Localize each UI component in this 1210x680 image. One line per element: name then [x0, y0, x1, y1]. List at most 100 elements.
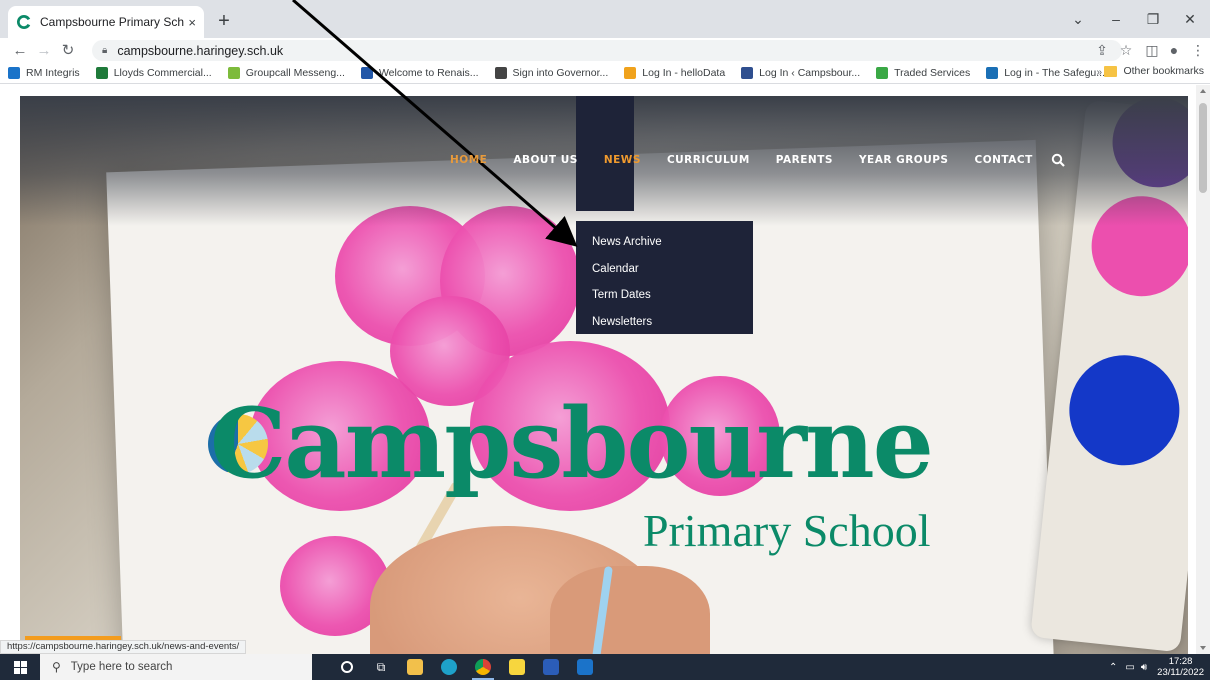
folder-icon [1104, 65, 1118, 77]
news-dropdown-menu: News Archive Calendar Term Dates Newslet… [576, 221, 753, 334]
bookmark-item[interactable]: Lloyds Commercial... [95, 66, 212, 79]
nav-contact[interactable]: CONTACT [975, 154, 1033, 166]
tray-chevron-icon[interactable]: ⌃ [1109, 662, 1117, 673]
hero-arm-image [550, 566, 710, 654]
bookmark-label: Welcome to Renais... [378, 66, 479, 79]
bookmark-favicon-icon [227, 66, 240, 79]
hero-banner: HOME ABOUT US NEWS CURRICULUM PARENTS YE… [20, 96, 1188, 654]
outlook-icon[interactable] [568, 654, 602, 680]
menu-item-newsletters[interactable]: Newsletters [576, 309, 753, 336]
taskbar-search-placeholder: Type here to search [70, 661, 173, 673]
bookmark-label: Sign into Governor... [512, 66, 609, 79]
scrollbar-thumb[interactable] [1199, 103, 1207, 193]
reload-icon[interactable]: ↻ [56, 39, 80, 61]
back-arrow-icon[interactable]: ← [8, 39, 32, 61]
nav-about-us[interactable]: ABOUT US [513, 154, 578, 166]
word-icon[interactable] [534, 654, 568, 680]
bookmark-item[interactable]: Log In ‹ Campsbour... [741, 66, 861, 79]
search-icon[interactable] [1051, 153, 1065, 167]
address-bar-url: campsbourne.haringey.sch.uk [117, 43, 284, 58]
nav-year-groups[interactable]: YEAR GROUPS [859, 154, 949, 166]
new-tab-button[interactable]: + [212, 9, 236, 33]
bookmark-item[interactable]: RM Integris [8, 66, 80, 79]
bookmark-item[interactable]: Welcome to Renais... [360, 66, 479, 79]
menu-item-term-dates[interactable]: Term Dates [576, 282, 753, 309]
taskbar-clock[interactable]: 17:28 23/11/2022 [1157, 656, 1204, 678]
school-logo-subtitle: Primary School [643, 505, 931, 556]
bookmark-label: RM Integris [26, 66, 80, 79]
windows-start-button[interactable] [0, 654, 40, 680]
clock-date: 23/11/2022 [1157, 667, 1204, 678]
paint-well [1063, 349, 1185, 471]
campsbourne-favicon-icon [16, 14, 31, 29]
browser-tabstrip: Campsbourne Primary School | H × + ⌄ – ❐… [0, 0, 1210, 38]
sticky-notes-icon[interactable] [500, 654, 534, 680]
other-bookmarks-label: Other bookmarks [1123, 65, 1204, 77]
minimize-window-icon[interactable]: – [1096, 6, 1136, 32]
nav-home[interactable]: HOME [450, 154, 487, 166]
bookmark-item[interactable]: Traded Services [876, 66, 971, 79]
bookmark-label: Log in - The Safegu... [1004, 66, 1106, 79]
bookmark-item[interactable]: Log in - The Safegu... [986, 66, 1106, 79]
taskbar-apps: ⧉ [330, 654, 602, 680]
share-icon[interactable]: ⇪ [1092, 40, 1112, 60]
nav-news[interactable]: NEWS [604, 154, 641, 166]
close-window-icon[interactable]: ✕ [1170, 6, 1210, 32]
profile-avatar-icon[interactable]: ● [1164, 40, 1184, 60]
bookmark-label: Lloyds Commercial... [113, 66, 212, 79]
network-icon[interactable]: ▭ [1125, 662, 1134, 673]
menu-item-news-archive[interactable]: News Archive [576, 229, 753, 256]
page-scrollbar[interactable] [1196, 85, 1210, 654]
maximize-window-icon[interactable]: ❐ [1133, 6, 1173, 32]
edge-browser-icon[interactable] [432, 654, 466, 680]
other-bookmarks-folder[interactable]: Other bookmarks [1104, 65, 1204, 77]
tab-title: Campsbourne Primary School | H [40, 15, 185, 29]
windows-logo-icon [13, 660, 27, 674]
bookmarks-overflow-icon[interactable]: » [1096, 67, 1102, 78]
browser-menu-icon[interactable]: ⋮ [1188, 40, 1208, 60]
system-tray: ⌃ ▭ 🔊︎ 17:28 23/11/2022 [1109, 654, 1204, 680]
bookmark-star-icon[interactable]: ☆ [1116, 40, 1136, 60]
bookmark-item[interactable]: Sign into Governor... [494, 66, 609, 79]
menu-item-calendar[interactable]: Calendar [576, 256, 753, 283]
bookmark-favicon-icon [95, 66, 108, 79]
bookmark-favicon-icon [876, 66, 889, 79]
clock-time: 17:28 [1168, 656, 1193, 667]
lock-icon: 🔒︎ [102, 45, 108, 56]
scroll-up-icon[interactable] [1200, 89, 1206, 93]
browser-tab[interactable]: Campsbourne Primary School | H × [8, 6, 204, 38]
link-status-bar: https://campsbourne.haringey.sch.uk/news… [0, 640, 247, 654]
forward-arrow-icon[interactable]: → [32, 39, 56, 61]
side-panel-icon[interactable]: ◫ [1142, 40, 1162, 60]
file-explorer-icon[interactable] [398, 654, 432, 680]
cortana-icon[interactable] [330, 654, 364, 680]
main-navigation: HOME ABOUT US NEWS CURRICULUM PARENTS YE… [450, 153, 1065, 167]
search-icon: ⚲ [52, 660, 61, 674]
bookmark-item[interactable]: Log In - helloData [624, 66, 726, 79]
bookmark-label: Log In ‹ Campsbour... [759, 66, 861, 79]
bookmarks-bar: RM Integris Lloyds Commercial... Groupcall… [0, 62, 1210, 84]
taskbar-search-box[interactable]: ⚲ Type here to search [40, 654, 312, 680]
chrome-browser-icon[interactable] [466, 654, 500, 680]
windows-taskbar: ⚲ Type here to search ⧉ ⌃ ▭ 🔊︎ 17:28 23/… [0, 654, 1210, 680]
address-bar[interactable]: 🔒︎ campsbourne.haringey.sch.uk [92, 40, 1122, 61]
bookmark-favicon-icon [624, 66, 637, 79]
bookmark-item[interactable]: Groupcall Messeng... [227, 66, 345, 79]
bookmark-label: Log In - helloData [642, 66, 726, 79]
bookmark-list: RM Integris Lloyds Commercial... Groupcall… [0, 66, 1121, 79]
bookmark-favicon-icon [494, 66, 507, 79]
bookmark-label: Traded Services [894, 66, 971, 79]
tab-search-chevron-icon[interactable]: ⌄ [1058, 6, 1098, 32]
volume-icon[interactable]: 🔊︎ [1141, 662, 1147, 673]
bookmark-favicon-icon [360, 66, 373, 79]
bookmark-favicon-icon [741, 66, 754, 79]
nav-curriculum[interactable]: CURRICULUM [667, 154, 750, 166]
bookmark-favicon-icon [8, 66, 20, 79]
bookmark-favicon-icon [986, 66, 999, 79]
task-view-icon[interactable]: ⧉ [364, 654, 398, 680]
page-viewport: HOME ABOUT US NEWS CURRICULUM PARENTS YE… [0, 85, 1210, 654]
nav-parents[interactable]: PARENTS [776, 154, 833, 166]
browser-toolbar: ← → ↻ 🔒︎ campsbourne.haringey.sch.uk ⇪ ☆… [0, 38, 1210, 62]
tab-close-icon[interactable]: × [188, 15, 196, 30]
scroll-down-icon[interactable] [1200, 646, 1206, 650]
